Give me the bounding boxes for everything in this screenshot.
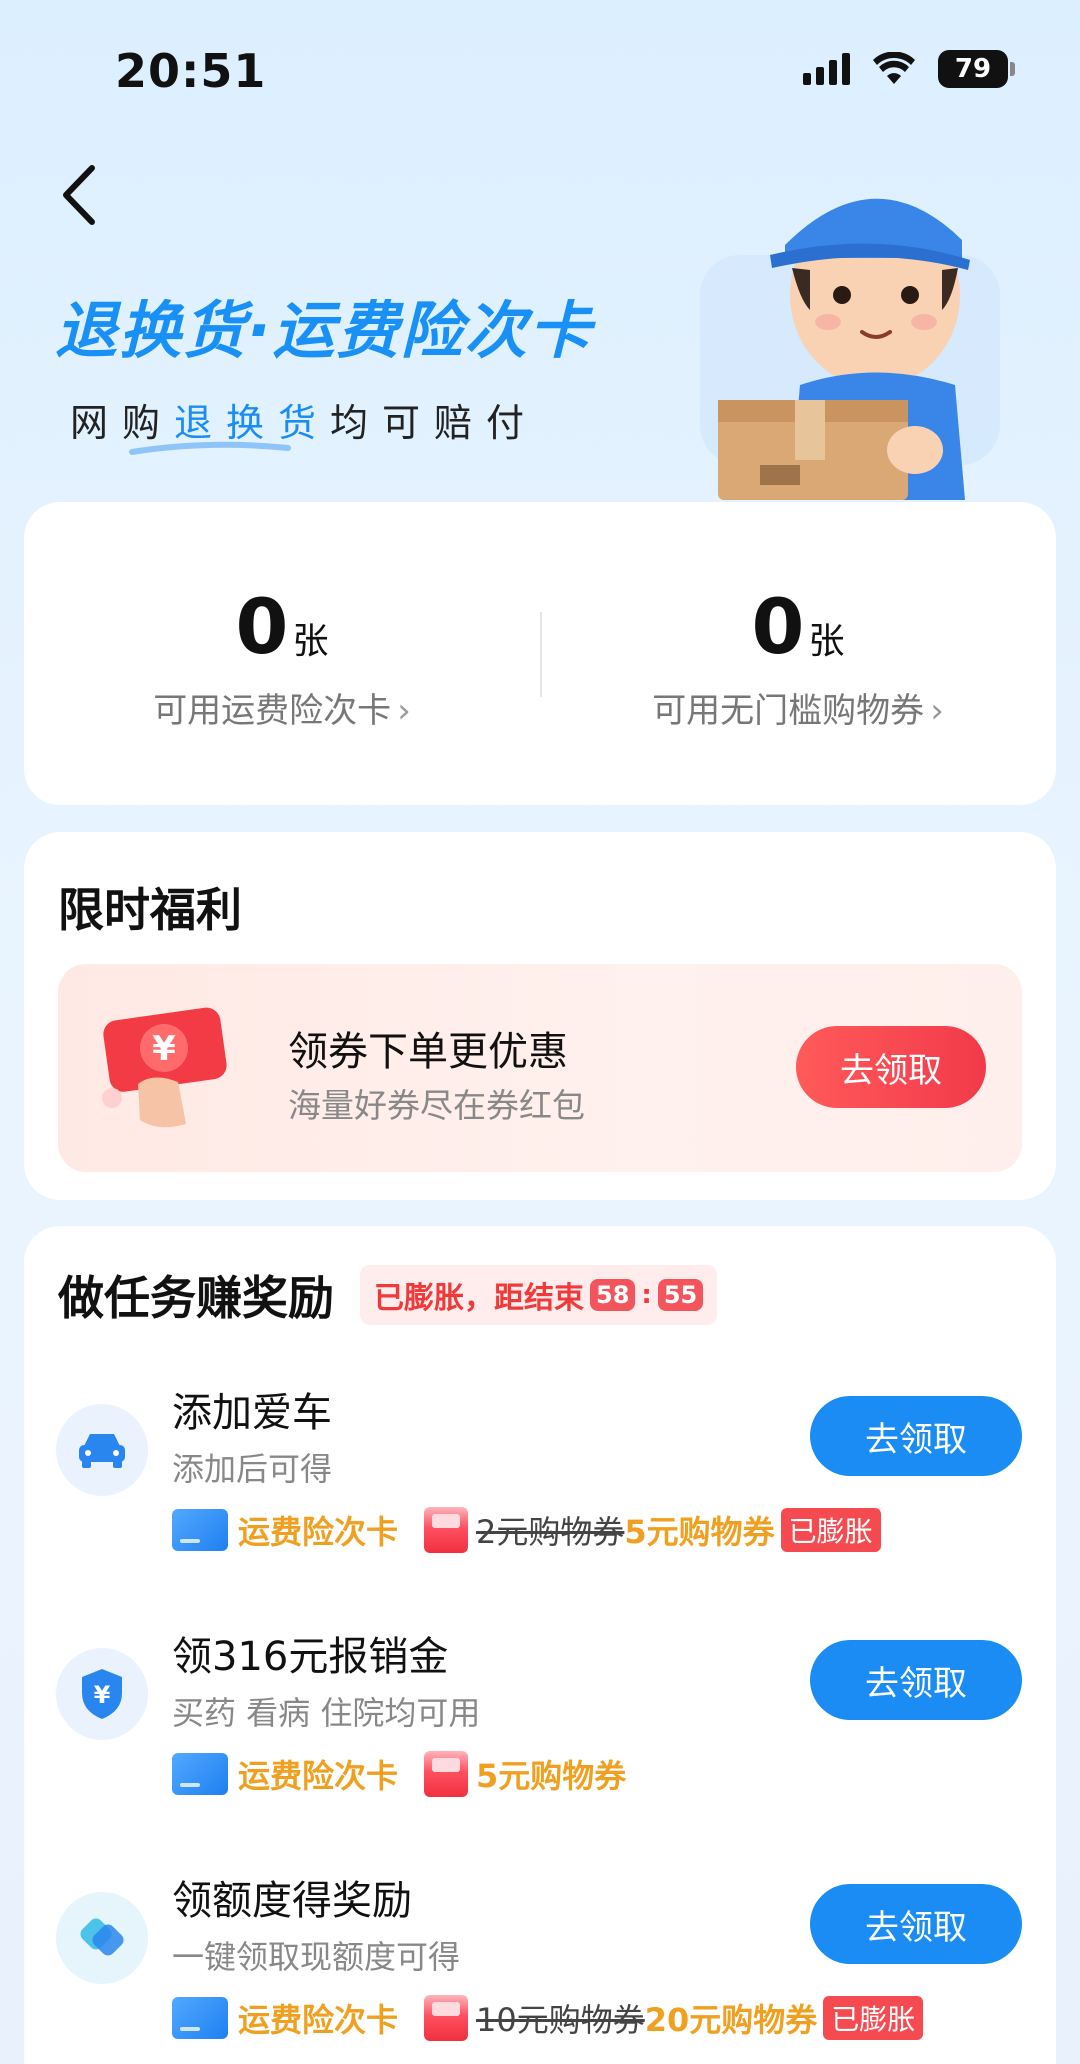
countdown-label: 已膨胀，距结束 [374, 1281, 584, 1316]
countdown-seconds: 55 [657, 1279, 704, 1311]
countdown-separator: : [641, 1280, 652, 1310]
status-time: 20:51 [115, 44, 267, 98]
status-bar: 20:51 79 [0, 0, 1080, 140]
coupon-stat[interactable]: 0张 可用无门槛购物券 › [548, 582, 1048, 732]
claim-coupon-button[interactable]: 去领取 [796, 1026, 986, 1108]
tasks-header: 做任务赚奖励 已膨胀，距结束 58 : 55 [58, 1262, 718, 1328]
coupon-icon [424, 1751, 469, 1797]
promo-subtitle: 海量好券尽在券红包 [288, 1086, 585, 1125]
back-arrow-icon[interactable] [52, 160, 112, 230]
tasks-title: 做任务赚奖励 [58, 1271, 334, 1325]
task-name: 添加爱车 [172, 1390, 332, 1436]
coupon-icon [424, 1995, 469, 2041]
claim-task-button[interactable]: 去领取 [810, 1640, 1022, 1720]
claim-task-button[interactable]: 去领取 [810, 1396, 1022, 1476]
page-subtitle: 网购退换货均可赔付 [70, 392, 538, 447]
freight-card-unit: 张 [292, 621, 329, 662]
underline-decoration [129, 441, 291, 455]
page-title: 退换货·运费险次卡 [55, 294, 593, 367]
car-icon [56, 1404, 148, 1496]
countdown-minutes: 58 [590, 1279, 636, 1311]
coupon-icon [424, 1507, 469, 1553]
reward-freight-card: 运费险次卡 [238, 2001, 399, 2039]
reward-new-value: 5元购物券 [476, 1757, 627, 1795]
reward-freight-card: 运费险次卡 [238, 1513, 399, 1551]
chevron-right-icon: › [397, 691, 411, 731]
svg-text:¥: ¥ [94, 1681, 111, 1709]
reward-freight-card: 运费险次卡 [238, 1757, 399, 1795]
task-item-add-car: 添加爱车 添加后可得 运费险次卡 2元购物券 5元购物券 已膨胀 去领取 [24, 1378, 1056, 1578]
coupon-label: 可用无门槛购物券 [652, 691, 925, 731]
task-item-reimbursement: ¥ 领316元报销金 买药 看病 住院均可用 运费险次卡 5元购物券 去领取 [24, 1622, 1056, 1822]
credit-limit-icon [56, 1892, 148, 1984]
freight-card-icon [172, 1753, 228, 1795]
stats-divider [540, 612, 542, 697]
subtitle-suffix: 均可赔付 [330, 401, 539, 445]
coupon-count: 0 [751, 582, 805, 671]
task-item-credit-limit: 领额度得奖励 一键领取现额度可得 运费险次卡 10元购物券 20元购物券 已膨胀… [24, 1866, 1056, 2064]
chevron-right-icon: › [930, 691, 944, 731]
wifi-icon [873, 52, 915, 84]
reward-row: 运费险次卡 5元购物券 [172, 1750, 626, 1798]
freight-card-count: 0 [235, 582, 289, 671]
svg-text:¥: ¥ [152, 1029, 176, 1069]
promo-banner[interactable]: ¥ 领券下单更优惠 海量好券尽在券红包 去领取 [58, 964, 1022, 1172]
reward-old-value: 10元购物券 [476, 2001, 645, 2039]
subtitle-prefix: 网购 [70, 401, 175, 445]
task-desc: 买药 看病 住院均可用 [172, 1694, 481, 1732]
subtitle-highlight: 退换货 [174, 401, 331, 445]
expanded-badge: 已膨胀 [780, 1508, 881, 1552]
task-desc: 一键领取现额度可得 [172, 1938, 461, 1976]
task-desc: 添加后可得 [172, 1450, 333, 1488]
coupon-unit: 张 [808, 621, 845, 662]
countdown-badge: 已膨胀，距结束 58 : 55 [360, 1265, 718, 1325]
reward-new-value: 20元购物券 [644, 2001, 818, 2039]
stats-card: 0张 可用运费险次卡 › 0张 可用无门槛购物券 › [24, 502, 1056, 805]
shield-yuan-icon: ¥ [56, 1648, 148, 1740]
welfare-title: 限时福利 [58, 883, 242, 937]
task-name: 领316元报销金 [172, 1634, 449, 1680]
tasks-card: 做任务赚奖励 已膨胀，距结束 58 : 55 添加爱车 添加后可得 运费险次卡 … [24, 1226, 1056, 2064]
welfare-card: 限时福利 ¥ 领券下单更优惠 海量好券尽在券红包 去领取 [24, 832, 1056, 1200]
promo-title: 领券下单更优惠 [288, 1029, 568, 1075]
red-envelope-coupon-icon: ¥ [102, 1007, 227, 1128]
reward-old-value: 2元购物券 [476, 1513, 625, 1551]
freight-card-stat[interactable]: 0张 可用运费险次卡 › [32, 582, 532, 732]
reward-new-value: 5元购物券 [624, 1513, 775, 1551]
reward-row: 运费险次卡 10元购物券 20元购物券 已膨胀 [172, 1994, 924, 2042]
freight-card-icon [172, 1509, 228, 1551]
freight-card-icon [172, 1997, 228, 2039]
status-icons: 79 [803, 50, 1015, 88]
claim-task-button[interactable]: 去领取 [810, 1884, 1022, 1964]
expanded-badge: 已膨胀 [823, 1996, 924, 2040]
task-name: 领额度得奖励 [172, 1878, 412, 1924]
delivery-mascot-illustration [700, 198, 1000, 500]
freight-card-label: 可用运费险次卡 [153, 691, 392, 731]
battery-icon: 79 [938, 50, 1015, 88]
reward-row: 运费险次卡 2元购物券 5元购物券 已膨胀 [172, 1506, 881, 1554]
cellular-signal-icon [803, 53, 850, 85]
